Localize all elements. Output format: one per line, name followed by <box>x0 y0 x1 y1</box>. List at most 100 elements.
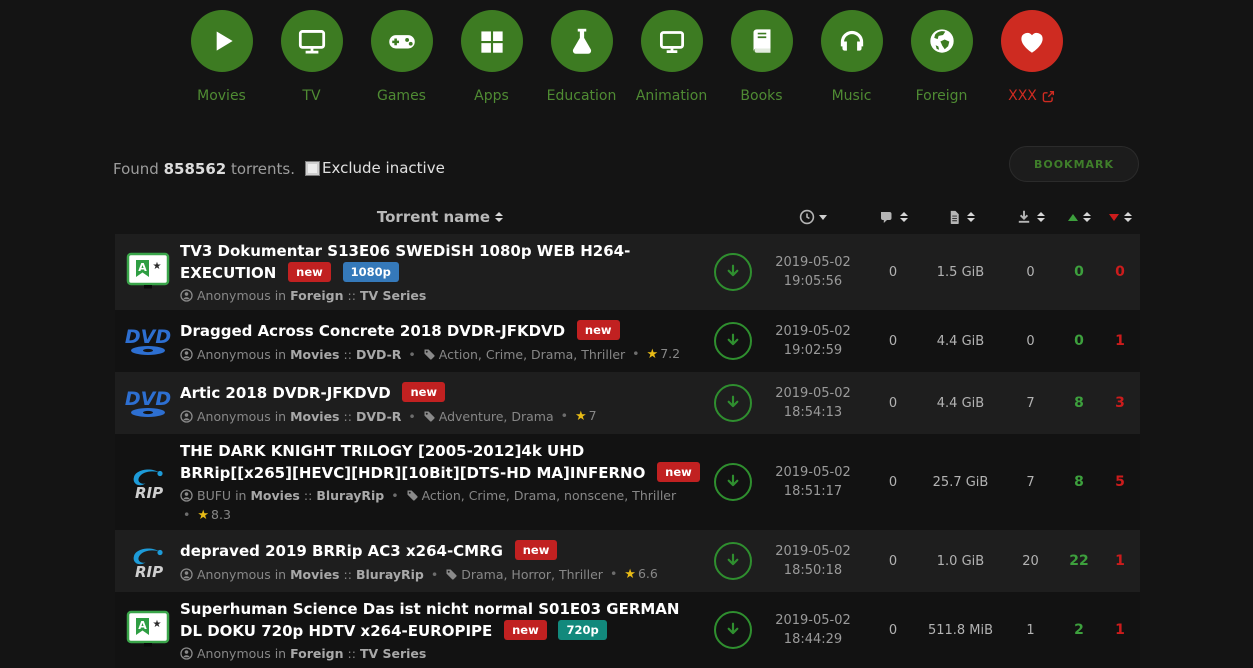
play-icon[interactable] <box>190 10 253 72</box>
torrent-title-link[interactable]: Dragged Across Concrete 2018 DVDR-JFKDVD <box>180 322 565 340</box>
heart-icon[interactable] <box>1000 10 1063 72</box>
upload-datetime: 2019-05-02 18:44:29 <box>758 611 868 650</box>
header-date[interactable] <box>758 209 868 225</box>
nav-label-xxx[interactable]: XXX <box>1008 88 1055 104</box>
download-button[interactable] <box>714 322 752 360</box>
in-word: in <box>274 288 287 303</box>
external-link-icon <box>1042 90 1054 102</box>
monitor-icon[interactable] <box>640 10 703 72</box>
exclude-inactive-control[interactable]: Exclude inactive <box>305 159 445 177</box>
completed-count: 1 <box>1026 622 1035 638</box>
category-link[interactable]: Movies <box>290 347 339 362</box>
nav-label-education[interactable]: Education <box>547 88 617 104</box>
category-nav: Movies TV Games Apps Education Animation <box>0 0 1253 104</box>
header-completed[interactable] <box>1003 209 1058 225</box>
arrow-down-icon <box>727 553 739 566</box>
download-button[interactable] <box>714 253 752 291</box>
nav-label-books[interactable]: Books <box>740 88 782 104</box>
tv-icon[interactable] <box>280 10 343 72</box>
download-button[interactable] <box>714 542 752 580</box>
leechers-count: 1 <box>1115 622 1125 638</box>
torrent-row[interactable]: A ★ DVD RIP TV3 Dokumentar S13E06 SWEDiS… <box>115 234 1140 310</box>
download-cell <box>708 611 758 649</box>
upload-time: 19:02:59 <box>783 343 843 358</box>
globe-icon[interactable] <box>910 10 973 72</box>
subcategory-link[interactable]: TV Series <box>360 288 426 303</box>
subcategory-link[interactable]: DVD-R <box>356 347 401 362</box>
nav-item-music[interactable]: Music <box>820 10 884 104</box>
nav-item-animation[interactable]: Animation <box>636 10 707 104</box>
category-link[interactable]: Movies <box>250 488 299 503</box>
uploader-name[interactable]: Anonymous <box>197 347 271 362</box>
subcategory-link[interactable]: TV Series <box>360 646 426 661</box>
arrow-down-icon <box>727 474 739 487</box>
leechers-count: 3 <box>1115 395 1125 411</box>
seeders-count: 8 <box>1074 474 1084 490</box>
nav-item-movies[interactable]: Movies <box>190 10 254 104</box>
gamepad-icon[interactable] <box>370 10 433 72</box>
torrent-row[interactable]: A ★ DVD RIP THE DARK KNIGHT TRILOGY [200… <box>115 434 1140 530</box>
book-icon[interactable] <box>730 10 793 72</box>
header-seeders[interactable] <box>1058 212 1100 222</box>
torrent-row[interactable]: A ★ DVD RIP Artic 2018 DVDR-JFKDVD new <box>115 372 1140 434</box>
nav-item-books[interactable]: Books <box>730 10 794 104</box>
completed-count: 20 <box>1022 553 1039 569</box>
uploader-name[interactable]: BUFU <box>197 488 231 503</box>
subcategory-link[interactable]: BlurayRip <box>316 488 384 503</box>
completed-count: 0 <box>1026 333 1035 349</box>
download-button[interactable] <box>714 611 752 649</box>
subcategory-link[interactable]: DVD-R <box>356 409 401 424</box>
nav-label-tv[interactable]: TV <box>302 88 320 104</box>
nav-item-apps[interactable]: Apps <box>460 10 524 104</box>
subcategory-link[interactable]: BlurayRip <box>356 567 424 582</box>
header-comments[interactable] <box>868 209 918 225</box>
torrent-title-line: TV3 Dokumentar S13E06 SWEDiSH 1080p WEB … <box>180 241 700 284</box>
torrent-row[interactable]: A ★ DVD RIP Dragged Across Concrete 2018… <box>115 310 1140 372</box>
leechers-icon <box>1108 213 1119 221</box>
nav-label-movies[interactable]: Movies <box>197 88 246 104</box>
torrent-row[interactable]: A ★ DVD RIP Superhuman Science Das ist n… <box>115 592 1140 668</box>
nav-label-games[interactable]: Games <box>377 88 426 104</box>
torrent-title-link[interactable]: Artic 2018 DVDR-JFKDVD <box>180 384 391 402</box>
torrent-title-link[interactable]: THE DARK KNIGHT TRILOGY [2005-2012]4k UH… <box>180 442 645 482</box>
flask-icon[interactable] <box>550 10 613 72</box>
bluray-rip-icon: RIP <box>133 469 163 502</box>
uploader-name[interactable]: Anonymous <box>197 567 271 582</box>
uploader-name[interactable]: Anonymous <box>197 409 271 424</box>
header-size[interactable] <box>918 209 1003 225</box>
nav-item-tv[interactable]: TV <box>280 10 344 104</box>
download-button[interactable] <box>714 384 752 422</box>
arrow-down-icon <box>727 264 739 277</box>
windows-icon[interactable] <box>460 10 523 72</box>
nav-item-education[interactable]: Education <box>547 10 617 104</box>
upload-date: 2019-05-02 <box>775 254 851 270</box>
torrent-title-link[interactable]: depraved 2019 BRRip AC3 x264-CMRG <box>180 542 503 560</box>
nav-label-music[interactable]: Music <box>832 88 872 104</box>
nav-label-foreign[interactable]: Foreign <box>916 88 968 104</box>
exclude-inactive-checkbox[interactable] <box>305 160 320 176</box>
nav-label-animation[interactable]: Animation <box>636 88 707 104</box>
new-badge: new <box>288 262 331 283</box>
headphones-icon[interactable] <box>820 10 883 72</box>
uploader-name[interactable]: Anonymous <box>197 646 271 661</box>
nav-item-foreign[interactable]: Foreign <box>910 10 974 104</box>
uploader-name[interactable]: Anonymous <box>197 288 271 303</box>
category-link[interactable]: Movies <box>290 409 339 424</box>
new-badge: new <box>657 462 700 483</box>
bookmark-button[interactable]: BOOKMARK <box>1009 146 1139 182</box>
nav-item-xxx[interactable]: XXX <box>1000 10 1064 104</box>
upload-time: 18:54:13 <box>783 405 843 420</box>
header-torrent-name[interactable]: Torrent name <box>180 208 708 226</box>
torrent-title-link[interactable]: TV3 Dokumentar S13E06 SWEDiSH 1080p WEB … <box>180 242 630 282</box>
torrent-table-body: A ★ DVD RIP TV3 Dokumentar S13E06 SWEDiS… <box>115 234 1140 668</box>
torrent-row[interactable]: A ★ DVD RIP depraved 2019 BRRip AC3 x264… <box>115 530 1140 592</box>
header-leechers[interactable] <box>1100 212 1140 222</box>
category-link[interactable]: Movies <box>290 567 339 582</box>
download-button[interactable] <box>714 463 752 501</box>
clock-icon <box>799 209 815 225</box>
nav-item-games[interactable]: Games <box>370 10 434 104</box>
nav-label-apps[interactable]: Apps <box>474 88 509 104</box>
category-link[interactable]: Foreign <box>290 646 343 661</box>
category-link[interactable]: Foreign <box>290 288 343 303</box>
in-word: in <box>274 566 287 582</box>
